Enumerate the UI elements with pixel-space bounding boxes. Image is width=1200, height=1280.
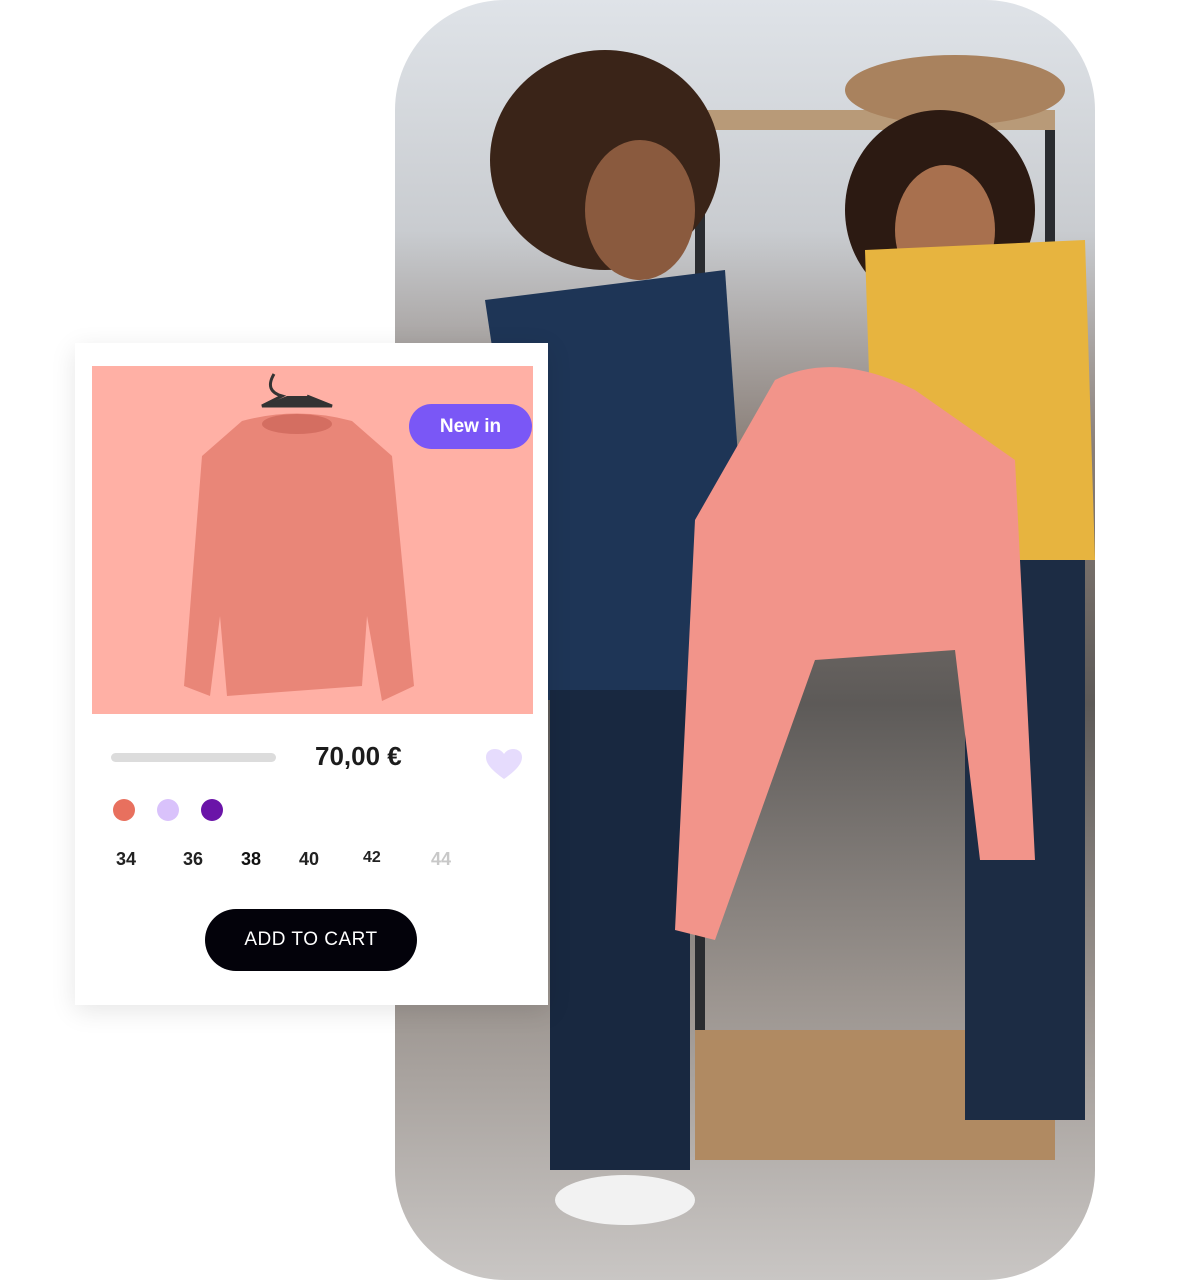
size-option-36[interactable]: 36	[183, 849, 203, 870]
add-to-cart-button[interactable]: ADD TO CART	[205, 909, 417, 971]
color-swatch-purple[interactable]	[201, 799, 223, 821]
product-card: New in 70,00 € 34 36 38 40 42 44 ADD TO …	[75, 343, 548, 1005]
product-name-placeholder	[111, 753, 276, 762]
size-option-44-unavailable: 44	[431, 849, 452, 869]
new-in-badge: New in	[409, 404, 532, 449]
heart-icon[interactable]	[486, 749, 522, 781]
size-option-34[interactable]: 34	[116, 849, 136, 870]
size-option-40[interactable]: 40	[299, 849, 319, 870]
product-price: 70,00 €	[315, 741, 402, 771]
color-swatch-coral[interactable]	[113, 799, 135, 821]
product-image[interactable]: New in	[92, 366, 533, 714]
size-option-38[interactable]: 38	[241, 849, 261, 870]
color-swatch-lavender[interactable]	[157, 799, 179, 821]
size-option-42[interactable]: 42	[363, 849, 381, 867]
